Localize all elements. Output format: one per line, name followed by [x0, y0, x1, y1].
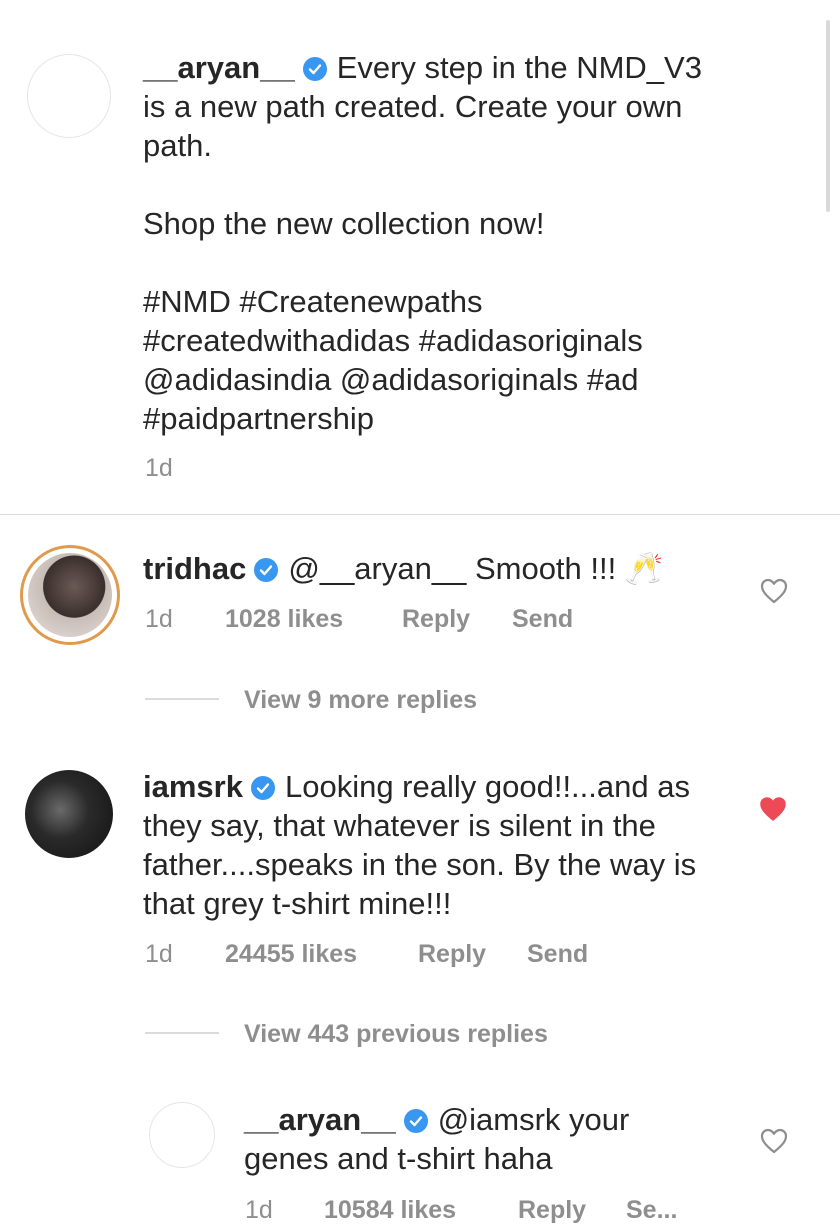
caption-line-1: __aryan__ Every step in the NMD_V3: [143, 50, 702, 85]
comment-1-body: @__aryan__ Smooth !!! 🥂: [288, 551, 664, 586]
caption-timestamp: 1d: [145, 454, 173, 482]
reply-reply-button[interactable]: Reply: [518, 1196, 586, 1225]
comment-1-meta: 1d 1028 likes Reply Send: [145, 605, 625, 635]
comment-2-time: 1d: [145, 940, 173, 968]
reply-mention[interactable]: @iamsrk: [438, 1102, 561, 1137]
caption-avatar[interactable]: [27, 54, 111, 138]
comment-2-likes[interactable]: 24455 likes: [225, 940, 357, 969]
verified-badge-icon: [403, 1109, 428, 1133]
comment-1-username[interactable]: tridhac: [143, 551, 246, 586]
comment-1-text: tridhac @__aryan__ Smooth !!! 🥂: [143, 549, 743, 588]
comment-1-send-button[interactable]: Send: [512, 605, 573, 634]
verified-badge-icon: [254, 558, 279, 582]
caption-hashtags-3[interactable]: #paidpartnership: [143, 399, 813, 438]
comment-avatar-iamsrk[interactable]: [25, 770, 113, 858]
comment-2-line-2: they say, that whatever is silent in the: [143, 808, 656, 843]
reply-line-1: __aryan__ @iamsrk your: [244, 1102, 630, 1137]
comment-1-reply-button[interactable]: Reply: [402, 605, 470, 634]
view-more-replies-button[interactable]: View 9 more replies: [244, 686, 477, 715]
comment-2-reply-button[interactable]: Reply: [418, 940, 486, 969]
reply-likes[interactable]: 10584 likes: [324, 1196, 456, 1225]
caption-meta: 1d: [145, 454, 345, 484]
reply-text: __aryan__ @iamsrk your genes and t-shirt …: [244, 1100, 764, 1178]
heart-filled-icon[interactable]: [759, 796, 787, 822]
caption-mentions[interactable]: @adidasindia @adidasoriginals #ad: [143, 360, 813, 399]
comment-1-likes[interactable]: 1028 likes: [225, 605, 343, 634]
reply-username[interactable]: __aryan__: [244, 1102, 396, 1137]
caption-divider: [0, 514, 840, 515]
verified-badge-icon: [250, 776, 275, 800]
comment-2-meta: 1d 24455 likes Reply Send: [145, 940, 645, 970]
caption-hashtags-2[interactable]: #createdwithadidas #adidasoriginals: [143, 321, 813, 360]
caption-hashtags-1[interactable]: #NMD #Createnewpaths: [143, 282, 813, 321]
comment-2-text: iamsrk Looking really good!!...and as the…: [143, 767, 763, 923]
view-previous-replies-button[interactable]: View 443 previous replies: [244, 1020, 548, 1049]
verified-badge-icon: [302, 57, 327, 81]
comment-2-line-4: that grey t-shirt mine!!!: [143, 886, 452, 921]
heart-outline-icon[interactable]: [760, 1128, 788, 1154]
comment-2-username[interactable]: iamsrk: [143, 769, 243, 804]
reply-meta: 1d 10584 likes Reply Se...: [245, 1196, 725, 1226]
comment-2-line-1: iamsrk Looking really good!!...and as: [143, 769, 690, 804]
comment-2-line-3: father....speaks in the son. By the way …: [143, 847, 697, 882]
caption-line-2: is a new path created. Create your own: [143, 89, 683, 124]
reply-avatar[interactable]: [149, 1102, 215, 1168]
heart-outline-icon[interactable]: [760, 578, 788, 604]
caption-line-3: path.: [143, 128, 212, 163]
reply-time: 1d: [245, 1196, 273, 1224]
view-replies-line: [145, 698, 219, 700]
comment-avatar-tridhac[interactable]: [20, 545, 120, 645]
comment-1-time: 1d: [145, 605, 173, 633]
caption-line-4: Shop the new collection now!: [143, 206, 545, 241]
reply-line-2: genes and t-shirt haha: [244, 1141, 553, 1176]
scrollbar-thumb[interactable]: [826, 20, 830, 212]
reply-send-button[interactable]: Se...: [626, 1196, 677, 1225]
comment-2-send-button[interactable]: Send: [527, 940, 588, 969]
avatar-photo: [28, 553, 112, 637]
caption-username[interactable]: __aryan__: [143, 50, 295, 85]
view-replies-line: [145, 1032, 219, 1034]
caption-text: __aryan__ Every step in the NMD_V3 is a n…: [143, 48, 813, 438]
